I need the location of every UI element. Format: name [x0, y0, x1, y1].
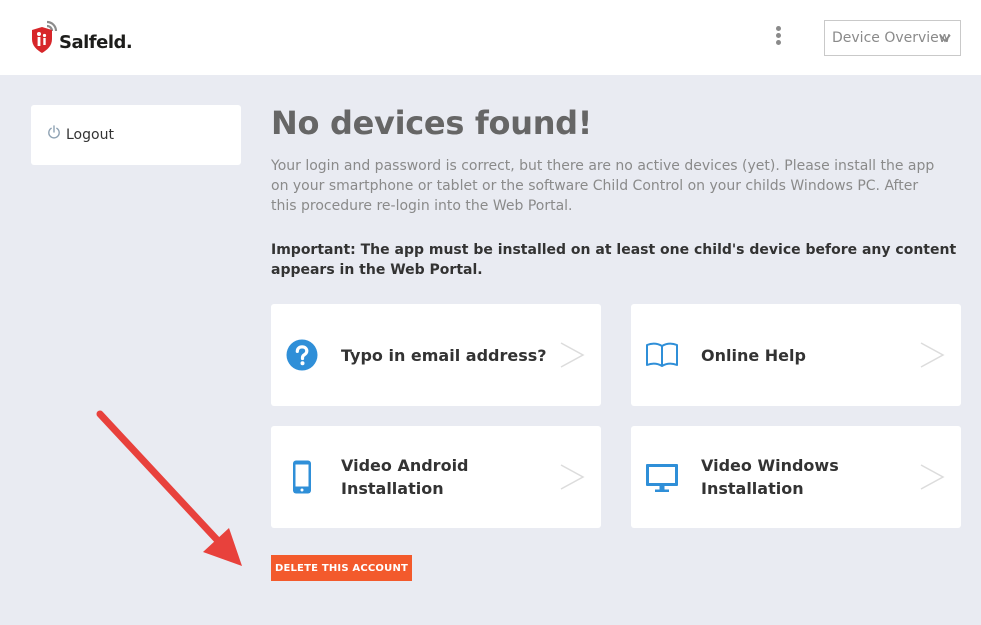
tile-label: Online Help: [701, 345, 806, 365]
page-title: No devices found!: [271, 104, 593, 142]
windows-install-tile[interactable]: Video Windows Installation: [631, 426, 961, 528]
smartphone-icon: [285, 460, 319, 494]
logout-button[interactable]: Logout: [31, 105, 241, 165]
typo-email-tile[interactable]: Typo in email address?: [271, 304, 601, 406]
chevron-right-icon: [919, 463, 945, 495]
chevron-right-icon: [559, 463, 585, 495]
power-icon: [47, 125, 61, 143]
salfeld-logo[interactable]: Salfeld.: [30, 18, 133, 58]
top-bar: Salfeld. Device Overview: [0, 0, 981, 75]
question-icon: [285, 338, 319, 372]
chevron-right-icon: [919, 341, 945, 373]
monitor-icon: [645, 460, 679, 494]
shield-logo-icon: [30, 19, 58, 57]
delete-account-button[interactable]: DELETE THIS ACCOUNT: [271, 555, 412, 581]
book-icon: [645, 338, 679, 372]
annotation-arrow-icon: [90, 400, 255, 579]
logo-text: Salfeld.: [59, 31, 133, 53]
logout-label: Logout: [66, 127, 114, 143]
chevron-down-icon: [938, 31, 952, 49]
tile-label: Video Android Installation: [341, 456, 469, 498]
chevron-right-icon: [559, 341, 585, 373]
device-select-value: Device Overview: [832, 30, 951, 46]
more-options-icon[interactable]: [768, 26, 788, 50]
important-note: Important: The app must be installed on …: [271, 242, 957, 278]
tile-label: Typo in email address?: [341, 345, 547, 365]
android-install-tile[interactable]: Video Android Installation: [271, 426, 601, 528]
description-text: Your login and password is correct, but …: [271, 158, 935, 214]
tile-label: Video Windows Installation: [701, 456, 839, 498]
device-overview-select[interactable]: Device Overview: [824, 20, 961, 56]
online-help-tile[interactable]: Online Help: [631, 304, 961, 406]
